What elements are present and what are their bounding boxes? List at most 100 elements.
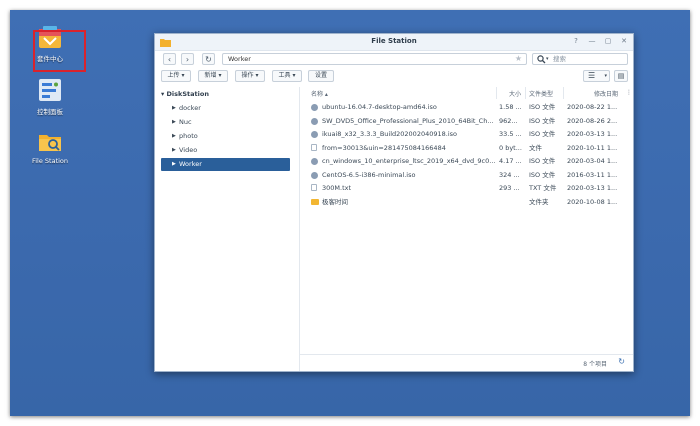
back-button[interactable]: ‹ (163, 53, 176, 65)
path-field[interactable]: Worker ★ (222, 53, 527, 65)
file-name: from=30013&uin=281475084166484 (322, 143, 446, 152)
minimize-button[interactable]: — (587, 37, 597, 45)
sidebar-item-label: Worker (179, 160, 202, 168)
sidebar-item-photo[interactable]: ▶ photo (161, 130, 290, 143)
folder-icon (311, 198, 319, 205)
file-name-cell: 300M.txt (311, 182, 501, 196)
document-icon (311, 143, 317, 151)
star-icon[interactable]: ★ (515, 54, 522, 64)
file-name-cell: ikuai8_x32_3.3.3_Build202002040918.iso (311, 128, 501, 142)
column-divider[interactable] (563, 87, 564, 99)
new-button[interactable]: 新增 ▾ (198, 70, 228, 82)
file-station-window: File Station ? — ▢ ✕ ‹ › ↻ Worker ★ ▾ 搜索… (154, 33, 634, 372)
tree-root-label: DiskStation (166, 90, 209, 98)
forward-button[interactable]: › (181, 53, 194, 65)
status-bar: 8 个项目 ↻ (300, 354, 633, 371)
file-size: 0 byt... (499, 143, 522, 152)
file-name: CentOS-6.5-i386-minimal.iso (322, 170, 416, 179)
file-name: SW_DVD5_Office_Professional_Plus_2010_64… (322, 116, 494, 125)
close-button[interactable]: ✕ (619, 37, 629, 45)
table-row[interactable]: from=30013&uin=281475084166484 0 byt... 文件… (310, 142, 630, 156)
chevron-right-icon: ▶ (172, 147, 176, 153)
chevron-right-icon: ▶ (172, 105, 176, 111)
file-station-shortcut[interactable]: File Station (22, 128, 78, 165)
column-divider[interactable] (496, 87, 497, 99)
upload-button[interactable]: 上传 ▾ (161, 70, 191, 82)
table-row[interactable]: ikuai8_x32_3.3.3_Build202002040918.iso 33… (310, 128, 630, 142)
file-type: 文件 (529, 143, 542, 152)
file-date: 2020-08-26 2... (567, 116, 618, 125)
view-mode-button[interactable]: ☰ ▾ (583, 70, 610, 82)
file-name-cell: 极客时间 (311, 196, 501, 210)
file-type: ISO 文件 (529, 116, 556, 125)
file-list: 名称 ▴ 大小 文件类型 修改日期 ⋮ ubuntu-16.04.7-deskt… (300, 87, 633, 355)
file-date: 2020-03-13 1... (567, 130, 618, 138)
file-name: ikuai8_x32_3.3.3_Build202002040918.iso (322, 130, 457, 138)
list-view-icon: ☰ (588, 71, 596, 80)
disc-icon (311, 104, 318, 111)
table-row[interactable]: 300M.txt 293 ... TXT 文件 2020-03-13 1... (310, 182, 630, 196)
file-name: 极客时间 (322, 197, 348, 206)
tree-root[interactable]: ▾ DiskStation (161, 90, 209, 98)
document-icon (311, 184, 317, 191)
column-divider[interactable] (525, 87, 526, 99)
file-date: 2020-03-04 1... (567, 157, 618, 165)
file-name-cell: from=30013&uin=281475084166484 (311, 142, 501, 156)
toolbar: 上传 ▾ 新增 ▾ 操作 ▾ 工具 ▾ 设置 ☰ ▾ ▤ (155, 68, 633, 84)
file-date: 2020-08-22 1... (567, 103, 618, 111)
column-header-size[interactable]: 大小 (509, 89, 521, 98)
refresh-button[interactable]: ↻ (202, 53, 215, 65)
column-header-name[interactable]: 名称 ▴ (311, 89, 328, 98)
control-panel-shortcut[interactable]: 控制面板 (22, 77, 78, 116)
file-name-cell: ubuntu-16.04.7-desktop-amd64.iso (311, 101, 501, 115)
file-size: 4.17 ... (499, 157, 522, 165)
file-type: TXT 文件 (529, 184, 557, 192)
control-panel-icon (37, 77, 63, 103)
sidebar-item-label: Nuc (179, 118, 192, 126)
table-row[interactable]: 极客时间 文件夹 2020-10-08 1... (310, 196, 630, 210)
sidebar-item-label: photo (179, 132, 198, 140)
help-button[interactable]: ? (571, 37, 581, 45)
search-placeholder: 搜索 (553, 55, 566, 63)
item-count: 8 个项目 (583, 361, 607, 368)
sidebar-item-label: Video (179, 146, 198, 154)
file-date: 2020-03-13 1... (567, 184, 618, 192)
sidebar-item-nuc[interactable]: ▶ Nuc (161, 116, 290, 129)
table-row[interactable]: ubuntu-16.04.7-desktop-amd64.iso 1.58 ...… (310, 101, 630, 115)
file-type: ISO 文件 (529, 130, 556, 138)
sidebar-item-video[interactable]: ▶ Video (161, 144, 290, 157)
navigation-bar: ‹ › ↻ Worker ★ ▾ 搜索 (155, 51, 633, 67)
file-name: ubuntu-16.04.7-desktop-amd64.iso (322, 103, 437, 111)
window-title: File Station (371, 37, 417, 45)
folder-tree: ▾ DiskStation ▶ docker ▶ Nuc ▶ photo ▶ Video… (155, 87, 300, 371)
control-panel-label: 控制面板 (37, 108, 63, 116)
file-name-cell: CentOS-6.5-i386-minimal.iso (311, 169, 501, 183)
details-panel-button[interactable]: ▤ (614, 70, 628, 82)
file-name: 300M.txt (322, 184, 352, 192)
column-menu-icon[interactable]: ⋮ (626, 89, 632, 96)
path-text: Worker (228, 55, 251, 63)
sidebar-item-worker[interactable]: ▶ Worker (161, 158, 290, 171)
file-name-cell: cn_windows_10_enterprise_ltsc_2019_x64_d… (311, 155, 501, 169)
column-header-date[interactable]: 修改日期 (594, 89, 618, 98)
tools-button[interactable]: 工具 ▾ (272, 70, 302, 82)
file-size: 324 ... (499, 170, 520, 179)
file-station-icon (37, 128, 63, 154)
file-type: 文件夹 (529, 197, 549, 206)
column-header-type[interactable]: 文件类型 (529, 89, 553, 98)
file-station-label: File Station (31, 157, 69, 165)
chevron-right-icon: ▶ (172, 133, 176, 139)
table-row[interactable]: CentOS-6.5-i386-minimal.iso 324 ... ISO 文件… (310, 169, 630, 183)
action-button[interactable]: 操作 ▾ (235, 70, 265, 82)
table-row[interactable]: cn_windows_10_enterprise_ltsc_2019_x64_d… (310, 155, 630, 169)
title-bar[interactable]: File Station ? — ▢ ✕ (155, 34, 633, 51)
settings-button[interactable]: 设置 (308, 70, 334, 82)
search-input[interactable]: ▾ 搜索 (532, 53, 628, 65)
disc-icon (311, 117, 318, 125)
refresh-icon[interactable]: ↻ (618, 357, 625, 366)
disc-icon (311, 131, 318, 138)
file-name: cn_windows_10_enterprise_ltsc_2019_x64_d… (322, 157, 496, 165)
maximize-button[interactable]: ▢ (603, 37, 613, 45)
sidebar-item-docker[interactable]: ▶ docker (161, 102, 290, 115)
table-row[interactable]: SW_DVD5_Office_Professional_Plus_2010_64… (310, 115, 630, 129)
